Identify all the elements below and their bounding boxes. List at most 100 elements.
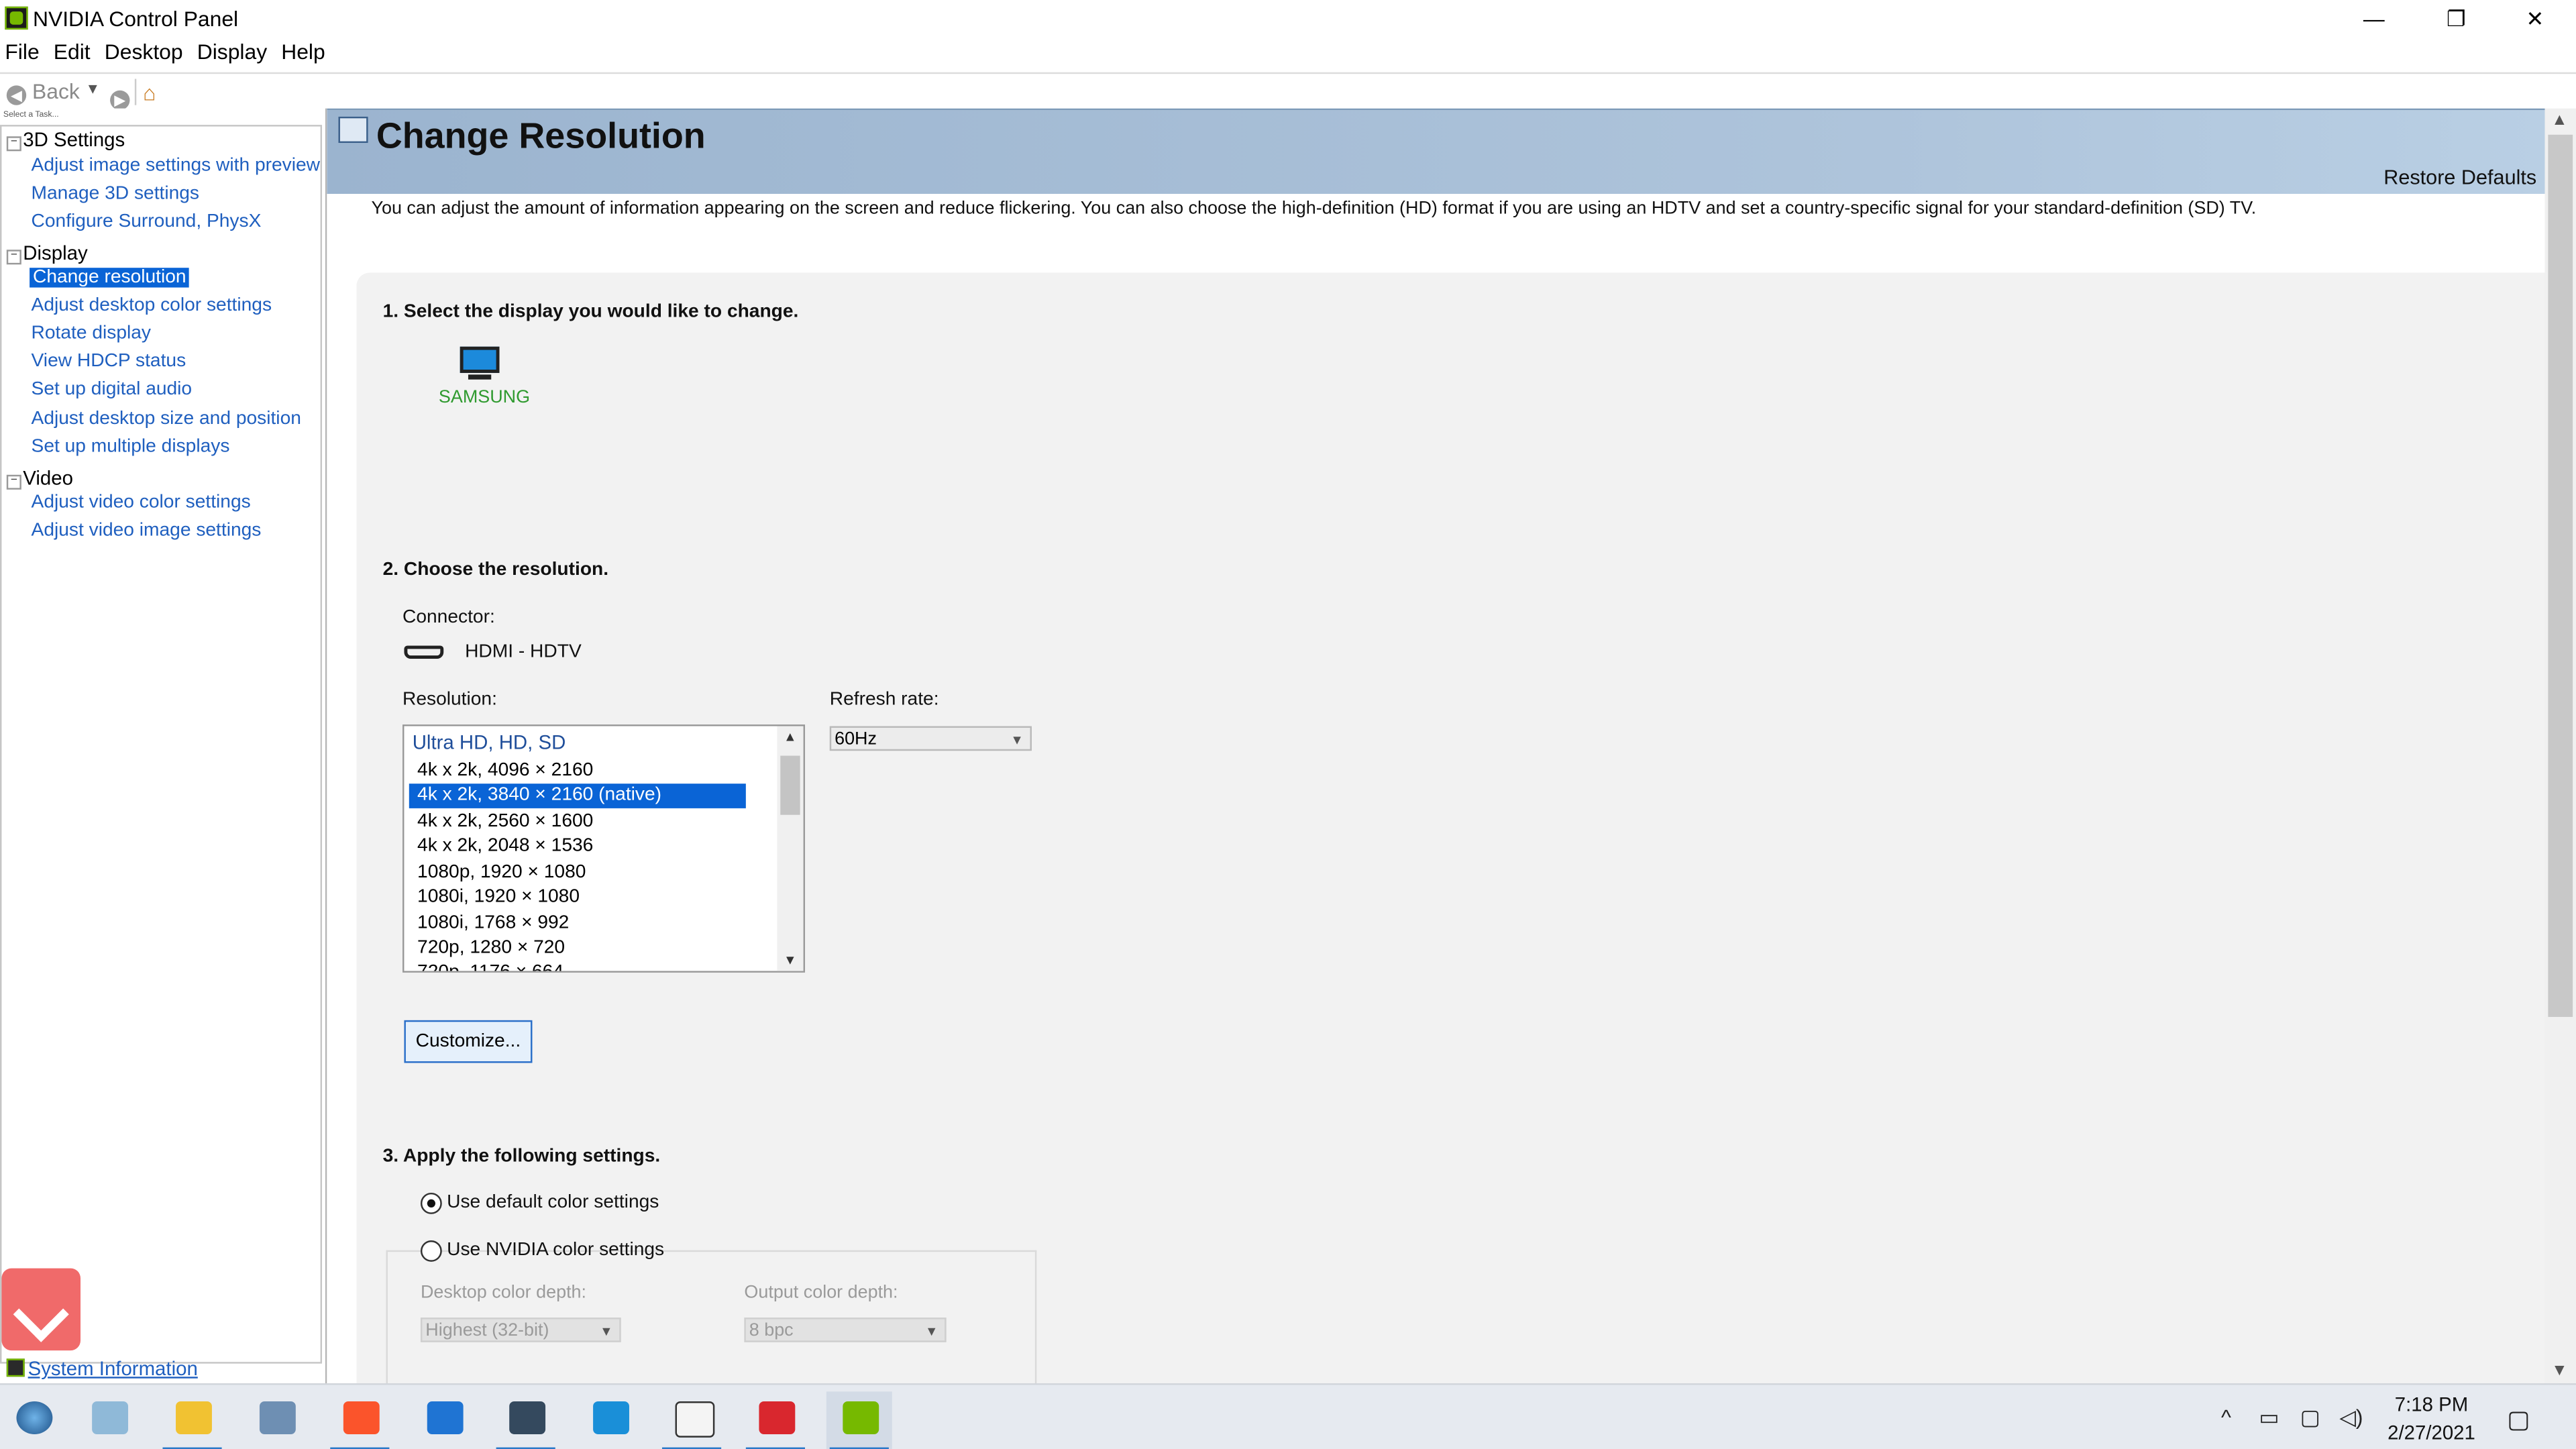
resolution-option[interactable]: 720p, 1176 × 664 <box>409 961 746 971</box>
mail-icon[interactable] <box>411 1391 476 1449</box>
collapse-icon[interactable]: − <box>6 474 21 490</box>
back-button[interactable]: ◀ Back <box>6 79 80 105</box>
resolution-option[interactable]: 4k x 2k, 4096 × 2160 <box>409 759 746 784</box>
task-configure-surround[interactable]: Configure Surround, PhysX <box>32 212 262 231</box>
documents-icon[interactable] <box>76 1391 142 1449</box>
network-tool-icon[interactable] <box>243 1391 309 1449</box>
scroll-thumb[interactable] <box>780 755 800 815</box>
screenshot-tool-icon[interactable] <box>493 1391 559 1449</box>
resolution-option[interactable]: 1080i, 1768 × 992 <box>409 912 746 936</box>
refresh-rate-value: 60Hz <box>835 729 877 749</box>
color-settings-group <box>386 1250 1037 1384</box>
screenshot-glyph <box>509 1401 546 1434</box>
title-bar: NVIDIA Control Panel — ❐ ✕ <box>0 0 2576 38</box>
back-arrow-icon: ◀ <box>6 85 27 105</box>
resolution-option[interactable]: 1080i, 1920 × 1080 <box>409 885 746 910</box>
collapse-icon[interactable]: − <box>6 136 21 152</box>
resolution-listbox[interactable]: Ultra HD, HD, SD 4k x 2k, 4096 × 2160 4k… <box>402 724 806 973</box>
task-adjust-image-settings[interactable]: Adjust image settings with preview <box>32 156 320 176</box>
display-page-icon <box>338 116 368 144</box>
battery-icon[interactable]: ▭ <box>2259 1405 2279 1431</box>
notification-icon[interactable]: ▢ <box>2507 1405 2530 1434</box>
restore-button[interactable]: ❐ <box>2418 0 2494 38</box>
display-samsung[interactable]: SAMSUNG <box>439 388 530 407</box>
system-information-link[interactable]: System Information <box>6 1357 198 1380</box>
task-manage-3d-settings[interactable]: Manage 3D settings <box>32 184 200 203</box>
task-set-up-digital-audio[interactable]: Set up digital audio <box>32 380 193 399</box>
default-color-label[interactable]: Use default color settings <box>447 1193 659 1212</box>
brave-glyph <box>343 1401 380 1434</box>
home-icon[interactable]: ⌂ <box>143 80 156 105</box>
resolution-option[interactable]: 720p, 1280 × 720 <box>409 936 746 961</box>
category-3d-settings[interactable]: −3D Settings <box>6 128 125 152</box>
download-overlay-icon[interactable] <box>1 1268 81 1351</box>
resolution-option[interactable]: 4k x 2k, 2048 × 1536 <box>409 835 746 859</box>
category-video[interactable]: − Video <box>6 467 73 490</box>
customize-button[interactable]: Customize... <box>404 1020 533 1063</box>
pdf-reader-icon[interactable] <box>743 1391 808 1449</box>
toolbar-divider <box>134 78 137 105</box>
task-adjust-desktop-color[interactable]: Adjust desktop color settings <box>32 296 272 315</box>
nvidia-color-radio[interactable] <box>420 1240 442 1262</box>
network-tool-glyph <box>259 1401 296 1434</box>
task-adjust-desktop-size[interactable]: Adjust desktop size and position <box>32 409 301 429</box>
task-adjust-video-image[interactable]: Adjust video image settings <box>32 521 262 540</box>
desktop-color-depth-value: Highest (32-bit) <box>425 1320 549 1341</box>
network-icon[interactable]: ▢ <box>2300 1405 2320 1431</box>
start-orb-icon[interactable] <box>0 1391 66 1449</box>
close-button[interactable]: ✕ <box>2497 0 2573 38</box>
menu-desktop[interactable]: Desktop <box>105 40 183 64</box>
step-1-heading: 1. Select the display you would like to … <box>382 302 799 323</box>
menu-file[interactable]: File <box>5 40 39 64</box>
task-rotate-display[interactable]: Rotate display <box>32 323 151 343</box>
documents-glyph <box>92 1401 129 1434</box>
scroll-down-icon[interactable]: ▼ <box>784 953 796 967</box>
media-player-icon[interactable] <box>577 1391 643 1449</box>
task-tree: −3D Settings Adjust image settings with … <box>0 125 323 1364</box>
output-color-depth-value: 8 bpc <box>749 1320 794 1341</box>
select-task-label: Select a Task... <box>3 110 59 120</box>
task-change-resolution[interactable]: Change resolution <box>30 268 190 288</box>
scroll-up-icon[interactable]: ▲ <box>784 729 796 744</box>
brave-browser-icon[interactable] <box>327 1391 392 1449</box>
page-title: Change Resolution <box>376 115 706 156</box>
show-hidden-icons-icon[interactable]: ^ <box>2221 1405 2231 1430</box>
minimize-button[interactable]: — <box>2336 0 2412 38</box>
category-display[interactable]: − Display <box>6 241 88 265</box>
vnc-viewer-icon[interactable] <box>659 1391 724 1449</box>
vnc-glyph <box>675 1401 715 1438</box>
resolution-option[interactable]: 1080p, 1920 × 1080 <box>409 861 746 885</box>
task-adjust-video-color[interactable]: Adjust video color settings <box>32 493 251 513</box>
forward-button[interactable]: ▶ <box>110 82 130 111</box>
menu-display[interactable]: Display <box>197 40 267 64</box>
refresh-rate-label: Refresh rate: <box>829 690 939 710</box>
content-scrollbar[interactable]: ▲ ▼ <box>2544 108 2576 1384</box>
resolution-list-scrollbar[interactable]: ▲ ▼ <box>777 726 804 971</box>
system-info-icon <box>6 1358 25 1377</box>
desktop-color-depth-dropdown[interactable]: Highest (32-bit) ▼ <box>420 1318 621 1342</box>
refresh-rate-dropdown[interactable]: 60Hz ▼ <box>829 726 1032 751</box>
resolution-option-selected[interactable]: 4k x 2k, 3840 × 2160 (native) <box>409 784 746 808</box>
resolution-option[interactable]: 4k x 2k, 2560 × 1600 <box>409 810 746 835</box>
nvidia-glyph <box>843 1401 879 1434</box>
monitor-icon[interactable] <box>460 346 500 373</box>
nvidia-control-panel-taskbar-icon[interactable] <box>826 1391 892 1449</box>
scroll-thumb[interactable] <box>2548 134 2573 1017</box>
collapse-icon[interactable]: − <box>6 250 21 265</box>
file-explorer-icon[interactable] <box>160 1391 225 1449</box>
nvidia-color-label[interactable]: Use NVIDIA color settings <box>447 1240 664 1260</box>
chevron-down-icon: ▼ <box>924 1324 938 1339</box>
pdf-glyph <box>759 1401 796 1434</box>
scroll-down-icon[interactable]: ▼ <box>2551 1362 2567 1380</box>
restore-defaults-link[interactable]: Restore Defaults <box>2383 166 2536 189</box>
volume-icon[interactable]: ◁) <box>2339 1405 2363 1431</box>
task-set-up-multiple-displays[interactable]: Set up multiple displays <box>32 437 230 456</box>
menu-edit[interactable]: Edit <box>54 40 91 64</box>
history-dropdown-icon[interactable]: ▼ <box>85 80 100 97</box>
menu-help[interactable]: Help <box>281 40 325 64</box>
system-clock[interactable]: 7:18 PM 2/27/2021 <box>2366 1391 2498 1447</box>
scroll-up-icon[interactable]: ▲ <box>2551 112 2567 130</box>
task-view-hdcp-status[interactable]: View HDCP status <box>32 352 186 371</box>
default-color-radio[interactable] <box>420 1192 442 1214</box>
output-color-depth-dropdown[interactable]: 8 bpc ▼ <box>744 1318 947 1342</box>
